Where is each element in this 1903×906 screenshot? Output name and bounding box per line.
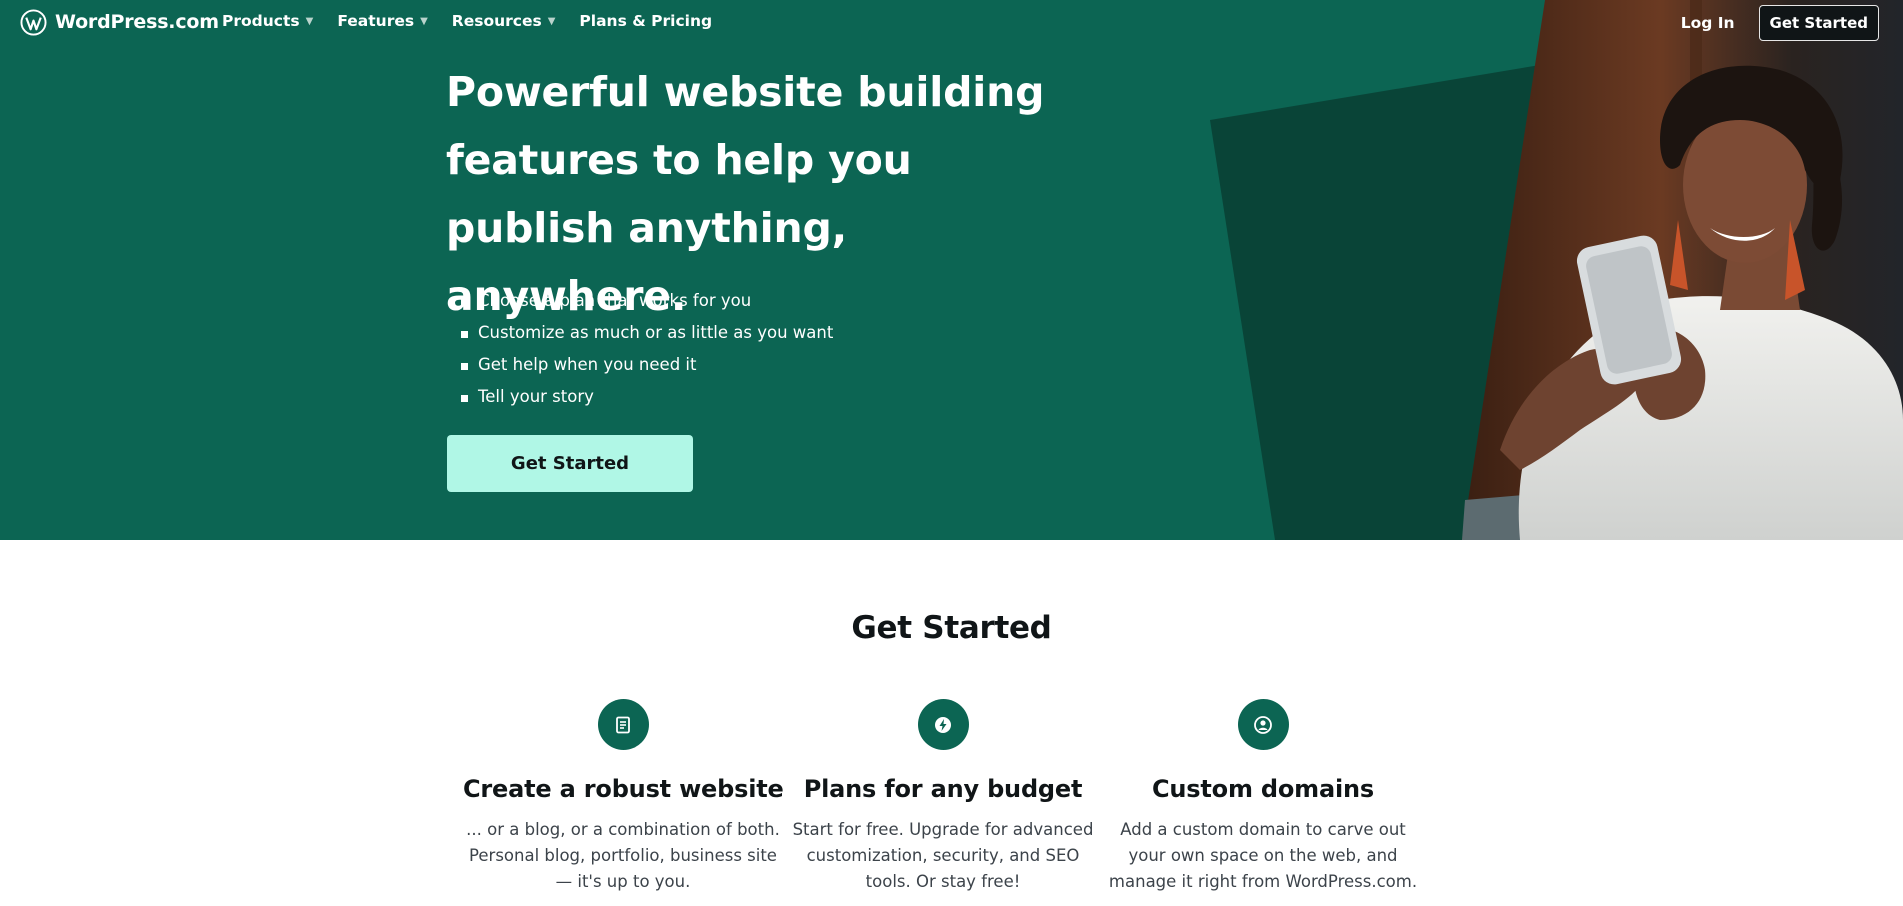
feature-card-plans: Plans for any budget Start for free. Upg… [783, 699, 1103, 895]
feature-card-website: Create a robust website ... or a blog, o… [463, 699, 784, 895]
menu-features[interactable]: Features ▼ [337, 12, 427, 30]
login-link[interactable]: Log In [1681, 14, 1735, 32]
wordpress-logo-link[interactable]: WordPress.com [20, 8, 219, 36]
feature-title: Custom domains [1152, 775, 1374, 803]
bolt-icon [917, 699, 969, 750]
feature-description: Add a custom domain to carve out your ow… [1108, 820, 1418, 891]
menu-features-label: Features [337, 12, 415, 30]
page-icon [597, 699, 649, 750]
wordpress-logo-icon [20, 8, 47, 36]
feature-title: Plans for any budget [803, 775, 1083, 803]
nav-get-started-button[interactable]: Get Started [1758, 5, 1879, 41]
user-circle-icon [1237, 699, 1289, 750]
menu-products-label: Products [222, 12, 300, 30]
menu-plans-pricing[interactable]: Plans & Pricing [579, 12, 712, 30]
hero-bullet-list: Choose a plan that works for you Customi… [458, 285, 833, 413]
menu-resources-label: Resources [451, 12, 542, 30]
logo-text: WordPress.com [55, 11, 219, 33]
menu-products[interactable]: Products ▼ [222, 12, 313, 30]
hero-bullet: Tell your story [458, 381, 833, 413]
chevron-down-icon: ▼ [305, 15, 314, 27]
chevron-down-icon: ▼ [420, 15, 428, 27]
hero-get-started-button[interactable]: Get Started [447, 435, 693, 492]
menu-resources[interactable]: Resources ▼ [452, 12, 556, 30]
chevron-down-icon: ▼ [547, 15, 556, 27]
section-title: Get Started [851, 610, 1052, 646]
feature-title: Create a robust website [463, 775, 784, 803]
top-navigation: WordPress.com Products ▼ Features ▼ Reso… [0, 0, 1903, 44]
nav-actions: Log In Get Started [1681, 5, 1879, 41]
hero-bullet: Get help when you need it [458, 349, 833, 381]
menu-plans-pricing-label: Plans & Pricing [579, 12, 713, 30]
main-menu: Products ▼ Features ▼ Resources ▼ Plans … [222, 12, 736, 30]
feature-description: ... or a blog, or a combination of both.… [466, 820, 780, 891]
hero-bullet: Choose a plan that works for you [458, 285, 833, 317]
feature-card-domains: Custom domains Add a custom domain to ca… [1103, 699, 1423, 895]
feature-description: Start for free. Upgrade for advanced cus… [792, 820, 1094, 891]
hero-bullet: Customize as much or as little as you wa… [458, 317, 833, 349]
